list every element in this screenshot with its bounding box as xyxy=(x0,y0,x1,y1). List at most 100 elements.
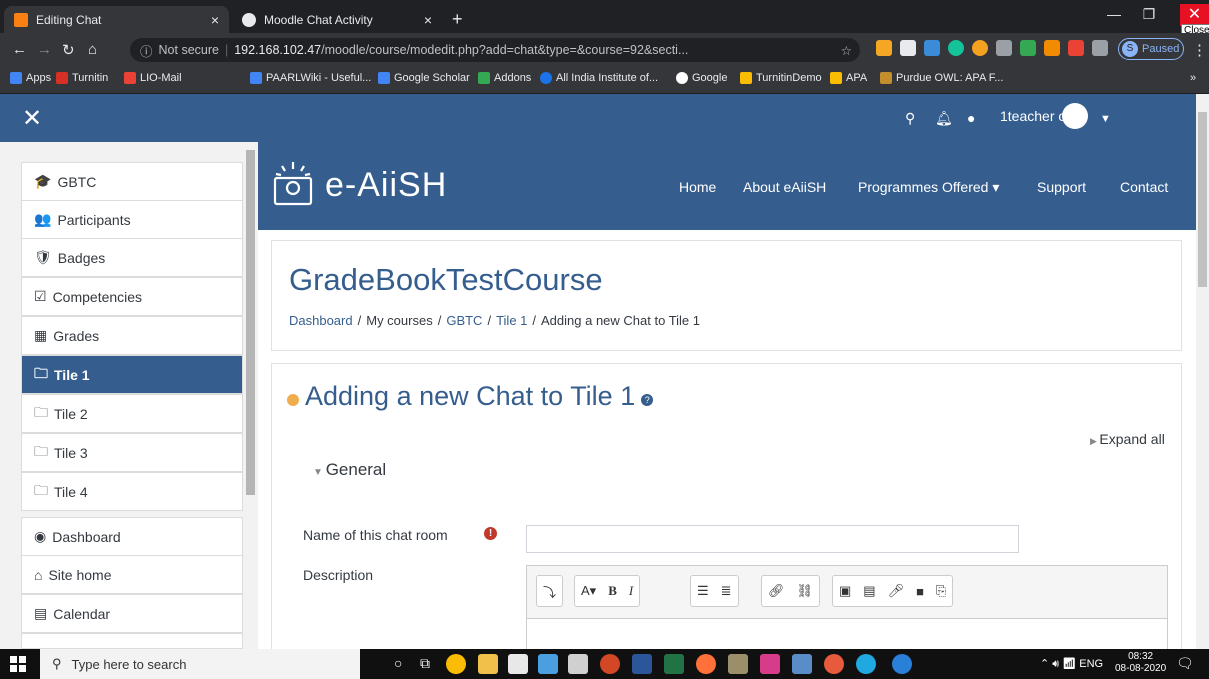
bookmark-paarlwiki[interactable]: PAARLWiki - Useful... xyxy=(250,72,371,84)
calculator-icon[interactable] xyxy=(568,654,588,674)
restore-icon[interactable]: ❐ xyxy=(1135,6,1163,23)
edge-icon[interactable] xyxy=(856,654,876,674)
home-icon[interactable]: ⌂ xyxy=(88,41,97,58)
drawer-item-participants[interactable]: 👥 Participants xyxy=(21,200,243,239)
extension-icon[interactable] xyxy=(924,40,940,56)
grammarly-icon[interactable] xyxy=(948,40,964,56)
firefox-icon[interactable] xyxy=(696,654,716,674)
bookmark-addons[interactable]: Addons xyxy=(478,72,531,84)
section-general-toggle[interactable]: ▼ General xyxy=(313,460,386,480)
powerpoint-icon[interactable] xyxy=(600,654,620,674)
clock[interactable]: 08:32 08-08-2020 xyxy=(1115,651,1166,675)
record-video-icon[interactable]: ■ xyxy=(916,584,924,599)
notifications-bell-icon[interactable]: 🔔︎ xyxy=(935,110,953,127)
bookmark-aiish[interactable]: All India Institute of... xyxy=(540,72,658,84)
paragraph-style-icon[interactable]: A▾ xyxy=(581,583,596,599)
drawer-item-dashboard[interactable]: ◉ Dashboard xyxy=(21,517,243,556)
app-icon[interactable] xyxy=(792,654,812,674)
search-icon[interactable]: ⚲ xyxy=(905,110,915,127)
cortana-icon[interactable]: ○ xyxy=(394,655,402,671)
extension-icon[interactable] xyxy=(876,40,892,56)
new-tab-button[interactable]: + xyxy=(452,9,463,30)
messages-icon[interactable]: ● xyxy=(967,110,975,126)
link-icon[interactable]: 🔗︎ xyxy=(768,583,785,599)
drawer-item-site-home[interactable]: ⌂ Site home xyxy=(21,555,243,594)
italic-icon[interactable]: I xyxy=(629,583,633,599)
help-icon[interactable]: ? xyxy=(641,393,654,406)
drawer-item-badges[interactable]: 🛡 Badges xyxy=(21,238,243,277)
notifications-icon[interactable]: 🗨︎ xyxy=(1176,655,1194,672)
extension-icon[interactable] xyxy=(1020,40,1036,56)
minimize-icon[interactable]: — xyxy=(1100,6,1128,22)
system-tray[interactable]: ⌃ 🔊︎ 📶︎ ENG xyxy=(1040,657,1103,671)
page-scrollbar-thumb[interactable] xyxy=(1198,112,1207,287)
tab-close-icon[interactable]: × xyxy=(211,12,219,28)
image-icon[interactable]: ▣ xyxy=(839,583,851,599)
extension-icon[interactable] xyxy=(972,40,988,56)
drawer-item-tile-1[interactable]: 🗀 Tile 1 xyxy=(21,355,243,394)
bookmark-purdue-owl[interactable]: Purdue OWL: APA F... xyxy=(880,72,1003,84)
record-audio-icon[interactable]: 🎤︎ xyxy=(888,583,905,599)
ordered-list-icon[interactable]: ≣ xyxy=(721,583,732,599)
user-menu-caret-icon[interactable]: ▼ xyxy=(1100,113,1111,125)
browser-menu-icon[interactable]: ⋮ xyxy=(1192,41,1207,59)
bookmark-lio-mail[interactable]: LIO-Mail xyxy=(124,72,182,84)
extension-icon[interactable] xyxy=(1044,40,1060,56)
bold-icon[interactable]: B xyxy=(608,583,617,599)
unordered-list-icon[interactable]: ☰ xyxy=(697,583,709,599)
reload-icon[interactable]: ↻ xyxy=(62,41,75,59)
menu-programmes[interactable]: Programmes Offered ▾ xyxy=(858,179,999,196)
app-icon[interactable] xyxy=(824,654,844,674)
profile-button[interactable]: S Paused xyxy=(1118,38,1184,60)
bookmark-star-icon[interactable]: ☆ xyxy=(841,43,852,58)
app-icon[interactable] xyxy=(728,654,748,674)
drawer-item-tile-3[interactable]: 🗀 Tile 3 xyxy=(21,433,243,472)
drawer-item-competencies[interactable]: ☑ Competencies xyxy=(21,277,243,316)
bookmark-turnitin[interactable]: Turnitin xyxy=(56,72,108,84)
back-icon[interactable]: ← xyxy=(12,41,27,58)
task-view-icon[interactable]: ⧉ xyxy=(420,655,430,672)
media-icon[interactable]: ▤ xyxy=(863,583,875,599)
breadcrumb-dashboard[interactable]: Dashboard xyxy=(289,313,353,328)
drawer-item-partial[interactable] xyxy=(21,633,243,649)
bookmark-turnitindemo[interactable]: TurnitinDemo xyxy=(740,72,822,84)
bookmark-google[interactable]: Google xyxy=(676,72,727,84)
photos-icon[interactable] xyxy=(538,654,558,674)
bookmark-apps[interactable]: Apps xyxy=(10,72,51,84)
show-more-buttons-icon[interactable]: ⤵ xyxy=(536,575,564,607)
extension-icon[interactable] xyxy=(1068,40,1084,56)
extension-icon[interactable] xyxy=(996,40,1012,56)
address-bar[interactable]: ⓘ Not secure | 192.168.102.47/moodle/cou… xyxy=(130,38,860,62)
drawer-item-gbtc[interactable]: 🎓 GBTC xyxy=(21,162,243,201)
chrome-icon[interactable] xyxy=(446,654,466,674)
drawer-scrollbar[interactable] xyxy=(246,150,255,495)
extensions-puzzle-icon[interactable] xyxy=(1092,40,1108,56)
mail-icon[interactable] xyxy=(508,654,528,674)
breadcrumb-gbtc[interactable]: GBTC xyxy=(446,313,482,328)
menu-about[interactable]: About eAiiSH xyxy=(743,179,826,195)
tab-editing-chat[interactable]: Editing Chat × xyxy=(4,6,229,33)
word-icon[interactable] xyxy=(632,654,652,674)
drawer-item-calendar[interactable]: ▤ Calendar xyxy=(21,594,243,633)
menu-support[interactable]: Support xyxy=(1037,179,1086,195)
extension-icon[interactable] xyxy=(900,40,916,56)
chat-room-name-input[interactable] xyxy=(526,525,1019,553)
app-icon[interactable] xyxy=(892,654,912,674)
site-brand[interactable]: e-AiiSH xyxy=(325,166,447,205)
excel-icon[interactable] xyxy=(664,654,684,674)
tab-moodle-chat-activity[interactable]: Moodle Chat Activity × xyxy=(232,6,442,33)
tab-close-icon[interactable]: × xyxy=(424,12,432,28)
taskbar-search[interactable]: ⚲ Type here to search xyxy=(40,649,360,679)
bookmark-apa[interactable]: APA xyxy=(830,72,867,84)
close-drawer-button[interactable]: ✕ xyxy=(22,104,42,133)
menu-contact[interactable]: Contact xyxy=(1120,179,1168,195)
expand-all-link[interactable]: ▶ Expand all xyxy=(1090,431,1165,447)
windows-start-icon[interactable] xyxy=(10,656,26,672)
file-explorer-icon[interactable] xyxy=(478,654,498,674)
manage-files-icon[interactable]: ⎘ xyxy=(936,583,946,599)
app-icon[interactable] xyxy=(760,654,780,674)
bookmark-google-scholar[interactable]: Google Scholar xyxy=(378,72,470,84)
window-close-button[interactable]: ✕ xyxy=(1180,4,1209,26)
bookmarks-overflow-button[interactable]: » xyxy=(1190,72,1196,84)
drawer-item-tile-4[interactable]: 🗀 Tile 4 xyxy=(21,472,243,511)
